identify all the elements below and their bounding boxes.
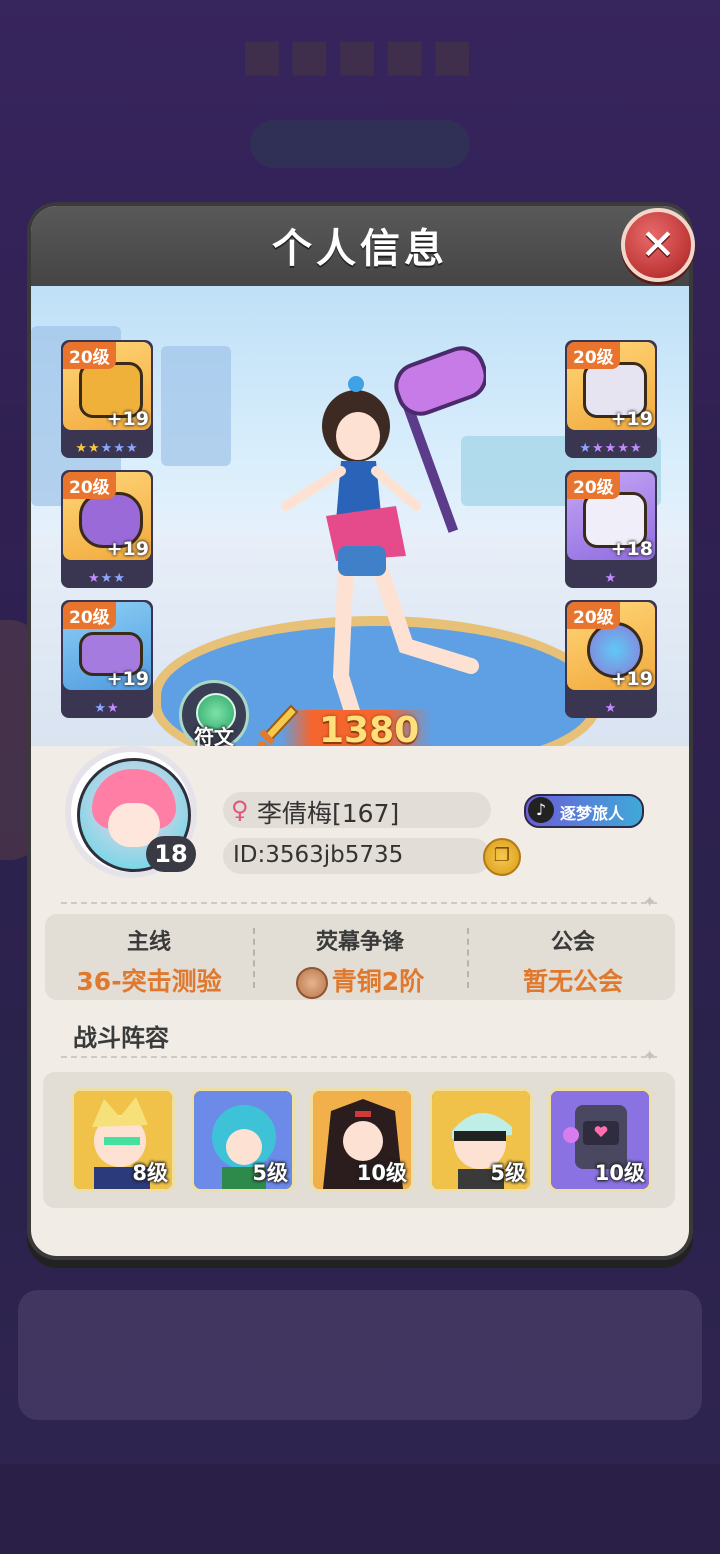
player-id: ID:3563jb5735 [233, 842, 404, 868]
equipment-slot-pants[interactable]: 20级 +18 ★ [565, 470, 657, 588]
stats-panel: 主线 36-突击测验 荧幕争锋 青铜2阶 公会 暂无公会 [45, 914, 675, 1000]
close-icon: ✕ [640, 220, 676, 269]
stat-value: 36-突击测验 [76, 967, 222, 996]
equipment-stars: ★★★★★ [75, 441, 139, 456]
hero-card[interactable]: 8级 [71, 1088, 175, 1192]
stat-label: 公会 [550, 930, 595, 955]
stat-value: 青铜2阶 [331, 967, 425, 996]
equipment-level: 20级 [63, 472, 116, 499]
equipment-enhance: +19 [610, 668, 653, 690]
player-name: 李倩梅[167] [257, 799, 400, 828]
hero-level: 5级 [252, 1161, 288, 1185]
equipment-level: 20级 [567, 602, 620, 629]
rune-button[interactable]: 符文 [179, 680, 249, 750]
profile-modal: 个人信息 20级 +19 ★★★★★ 20级 +19 ★★★ 20级 +19 ★… [31, 206, 689, 1256]
player-name-pill: ♀ 李倩梅[167] [223, 792, 491, 828]
female-icon: ♀ [231, 796, 249, 824]
equipment-enhance: +18 [610, 538, 653, 560]
character-portrait[interactable] [246, 346, 486, 766]
stat-label: 荧幕争锋 [315, 930, 404, 955]
equipment-enhance: +19 [106, 668, 149, 690]
stat-value: 暂无公会 [522, 967, 623, 996]
combat-power-value: 1380 [319, 710, 420, 751]
hero-card[interactable]: 10级 [310, 1088, 414, 1192]
equipment-stars: ★★ [94, 701, 120, 716]
player-title-text: 逐梦旅人 [560, 804, 625, 823]
stat-label: 主线 [126, 930, 171, 955]
equipment-level: 20级 [63, 342, 116, 369]
character-scene: 20级 +19 ★★★★★ 20级 +19 ★★★ 20级 +19 ★★ 20级 [31, 286, 689, 776]
equipment-stars: ★ [604, 701, 618, 716]
equipment-stars: ★★★ [88, 571, 126, 586]
bronze-rank-icon [295, 967, 328, 999]
modal-header: 个人信息 [31, 206, 689, 286]
hero-level: 8级 [132, 1161, 168, 1185]
hero-level: 10级 [356, 1161, 407, 1185]
divider-star-icon: ✦ [643, 1046, 657, 1065]
player-level-badge: 18 [146, 836, 196, 872]
stat-arena[interactable]: 荧幕争锋 青铜2阶 [260, 924, 460, 999]
team-panel: 8级 5级 10级 5级 10级 [43, 1072, 675, 1208]
equipment-slot-helmet[interactable]: 20级 +19 ★★★★★ [61, 340, 153, 458]
hero-level: 5级 [490, 1161, 526, 1185]
team-section-title: 战斗阵容 [73, 1024, 169, 1052]
equipment-enhance: +19 [106, 408, 149, 430]
copy-id-button[interactable]: ❐ [483, 838, 521, 876]
equipment-slot-orb[interactable]: 20级 +19 ★ [565, 600, 657, 718]
equipment-enhance: +19 [610, 408, 653, 430]
equipment-slot-armor[interactable]: 20级 +19 ★★★★★ [565, 340, 657, 458]
hero-card[interactable]: 10级 [548, 1088, 652, 1192]
stat-separator [467, 928, 469, 988]
equipment-level: 20级 [63, 602, 116, 629]
close-button[interactable]: ✕ [621, 208, 695, 282]
player-title-badge[interactable]: ♪ 逐梦旅人 [524, 794, 644, 828]
equipment-level: 20级 [567, 342, 620, 369]
equipment-level: 20级 [567, 472, 620, 499]
stat-mainline[interactable]: 主线 36-突击测验 [49, 924, 249, 998]
equipment-stars: ★ [604, 571, 618, 586]
modal-title: 个人信息 [272, 226, 448, 272]
hero-level: 10级 [594, 1161, 645, 1185]
divider [61, 1056, 657, 1058]
player-id-pill: ID:3563jb5735 [223, 838, 491, 874]
equipment-slot-bracer[interactable]: 20级 +19 ★★★ [61, 470, 153, 588]
equipment-enhance: +19 [106, 538, 149, 560]
title-icon: ♪ [528, 797, 554, 823]
equipment-slot-shoes[interactable]: 20级 +19 ★★ [61, 600, 153, 718]
hero-card[interactable]: 5级 [191, 1088, 295, 1192]
divider [61, 902, 657, 904]
scene-building [161, 346, 231, 466]
stat-value-wrap: 青铜2阶 [260, 962, 460, 999]
stat-separator [253, 928, 255, 988]
stat-guild[interactable]: 公会 暂无公会 [473, 924, 673, 998]
copy-icon: ❐ [493, 845, 511, 866]
hero-card[interactable]: 5级 [429, 1088, 533, 1192]
equipment-stars: ★★★★★ [579, 441, 643, 456]
divider-star-icon: ✦ [643, 892, 657, 911]
